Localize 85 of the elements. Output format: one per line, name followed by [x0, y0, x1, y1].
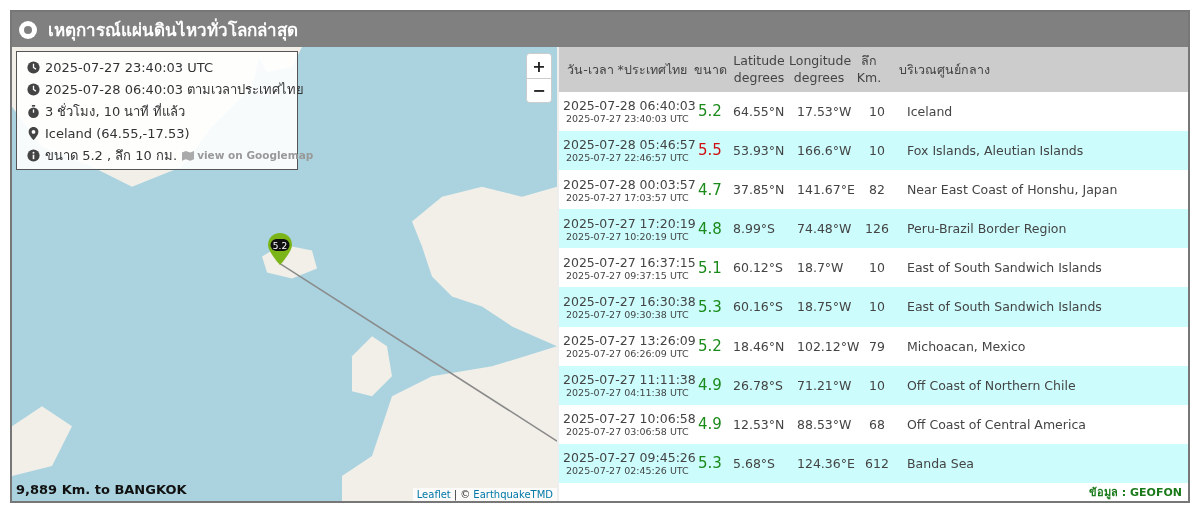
region-cell: Off Coast of Central America [907, 416, 1086, 432]
depth-cell: 68 [869, 416, 885, 432]
longitude-cell: 124.36°E [797, 456, 855, 471]
latitude-cell: 37.85°N [733, 182, 785, 198]
map-marker[interactable]: 5.2 [268, 233, 292, 265]
column-header: วัน-เวลา *ประเทศไทย [566, 60, 688, 78]
latitude-cell: 18.46°N [733, 338, 785, 354]
info-text: 3 ชั่วโมง, 10 นาที ที่แล้ว [45, 102, 186, 121]
region-cell: Banda Sea [907, 456, 974, 471]
magnitude-value: 5.1 [698, 258, 722, 277]
clock-icon [27, 60, 40, 74]
column-header: ลึก Km. [855, 52, 883, 87]
column-header: บริเวณศูนย์กลาง [898, 60, 991, 78]
panel-title: เหตุการณ์แผ่นดินไหวทั่วโลกล่าสุด [48, 17, 298, 43]
region-cell: Near East Coast of Honshu, Japan [907, 182, 1118, 198]
utc-time: 2025-07-27 23:40:03 UTC [565, 113, 690, 125]
depth-cell: 10 [869, 377, 885, 393]
utc-time: 2025-07-27 03:06:58 UTC [565, 426, 690, 438]
utc-time: 2025-07-27 22:46:57 UTC [565, 152, 690, 164]
region-cell: Michoacan, Mexico [907, 338, 1026, 354]
latitude-cell: 64.55°N [733, 103, 785, 119]
distance-label: 9,889 Km. to BANGKOK [16, 482, 187, 497]
depth-cell: 612 [865, 456, 889, 471]
latitude-cell: 26.78°S [733, 377, 783, 393]
info-text: Iceland (64.55,-17.53) [45, 125, 190, 141]
attribution-text: | © [453, 489, 471, 500]
magnitude-value: 4.7 [698, 180, 722, 199]
utc-time: 2025-07-27 09:30:38 UTC [565, 309, 690, 320]
magnitude-value: 5.3 [698, 454, 722, 473]
leaflet-link[interactable]: Leaflet [416, 489, 451, 500]
radio-icon [18, 19, 38, 40]
depth-cell: 82 [869, 182, 885, 198]
source-link[interactable]: EarthquakeTMD [473, 489, 553, 500]
map-icon [182, 149, 195, 161]
longitude-cell: 102.12°W [797, 338, 860, 354]
utc-time: 2025-07-27 02:45:26 UTC [565, 465, 690, 477]
longitude-cell: 71.21°W [797, 377, 852, 393]
zoom-out-button[interactable]: − [527, 78, 551, 102]
magnitude-value: 5.3 [698, 298, 722, 316]
depth-cell: 10 [869, 143, 885, 158]
utc-time: 2025-07-27 10:20:19 UTC [565, 230, 690, 242]
utc-time: 2025-07-27 09:37:15 UTC [565, 269, 690, 281]
magnitude-value: 4.8 [698, 219, 722, 238]
info-icon [27, 148, 40, 162]
depth-cell: 126 [865, 221, 889, 237]
region-cell: Off Coast of Northern Chile [907, 377, 1076, 393]
stopwatch-icon [27, 104, 40, 118]
longitude-cell: 166.6°W [797, 143, 852, 158]
region-cell: Peru-Brazil Border Region [907, 221, 1067, 237]
magnitude-value: 5.2 [698, 337, 722, 356]
latitude-cell: 60.12°S [733, 260, 783, 276]
latitude-cell: 53.93°N [733, 143, 785, 158]
info-text: 2025-07-27 23:40:03 UTC [45, 59, 213, 75]
longitude-cell: 17.53°W [797, 103, 852, 119]
latitude-cell: 12.53°N [733, 416, 785, 432]
column-header: ขนาด [692, 60, 728, 78]
longitude-cell: 141.67°E [797, 182, 855, 198]
latitude-cell: 60.16°S [733, 299, 783, 315]
magnitude-value: 4.9 [698, 415, 722, 434]
depth-cell: 10 [869, 103, 885, 119]
clock-icon [27, 82, 40, 96]
magnitude-value: 5.2 [698, 102, 722, 121]
magnitude-value: 5.5 [698, 141, 722, 160]
utc-time: 2025-07-27 06:26:09 UTC [565, 348, 690, 360]
region-cell: East of South Sandwich Islands [907, 299, 1102, 315]
region-cell: Iceland [907, 103, 953, 119]
utc-time: 2025-07-27 17:03:57 UTC [565, 191, 690, 203]
depth-cell: 79 [869, 338, 885, 354]
depth-cell: 10 [869, 260, 885, 276]
depth-cell: 10 [869, 299, 885, 315]
utc-time: 2025-07-27 04:11:38 UTC [565, 387, 690, 399]
info-text: ขนาด 5.2 , ลึก 10 กม. [45, 146, 178, 165]
latitude-cell: 8.99°S [733, 221, 776, 237]
magnitude-value: 4.9 [698, 376, 722, 395]
region-cell: East of South Sandwich Islands [907, 260, 1102, 276]
region-cell: Fox Islands, Aleutian Islands [907, 143, 1084, 158]
column-header: Longitude degrees [789, 52, 849, 87]
latitude-cell: 5.68°S [733, 456, 776, 471]
longitude-cell: 18.75°W [797, 299, 852, 315]
longitude-cell: 18.7°W [797, 260, 844, 276]
longitude-cell: 88.53°W [797, 416, 852, 432]
data-source: ข้อมูล : GEOFON [1088, 485, 1182, 502]
column-header: Latitude degrees [732, 52, 786, 87]
longitude-cell: 74.48°W [797, 221, 852, 237]
location-pin-icon [27, 126, 40, 140]
